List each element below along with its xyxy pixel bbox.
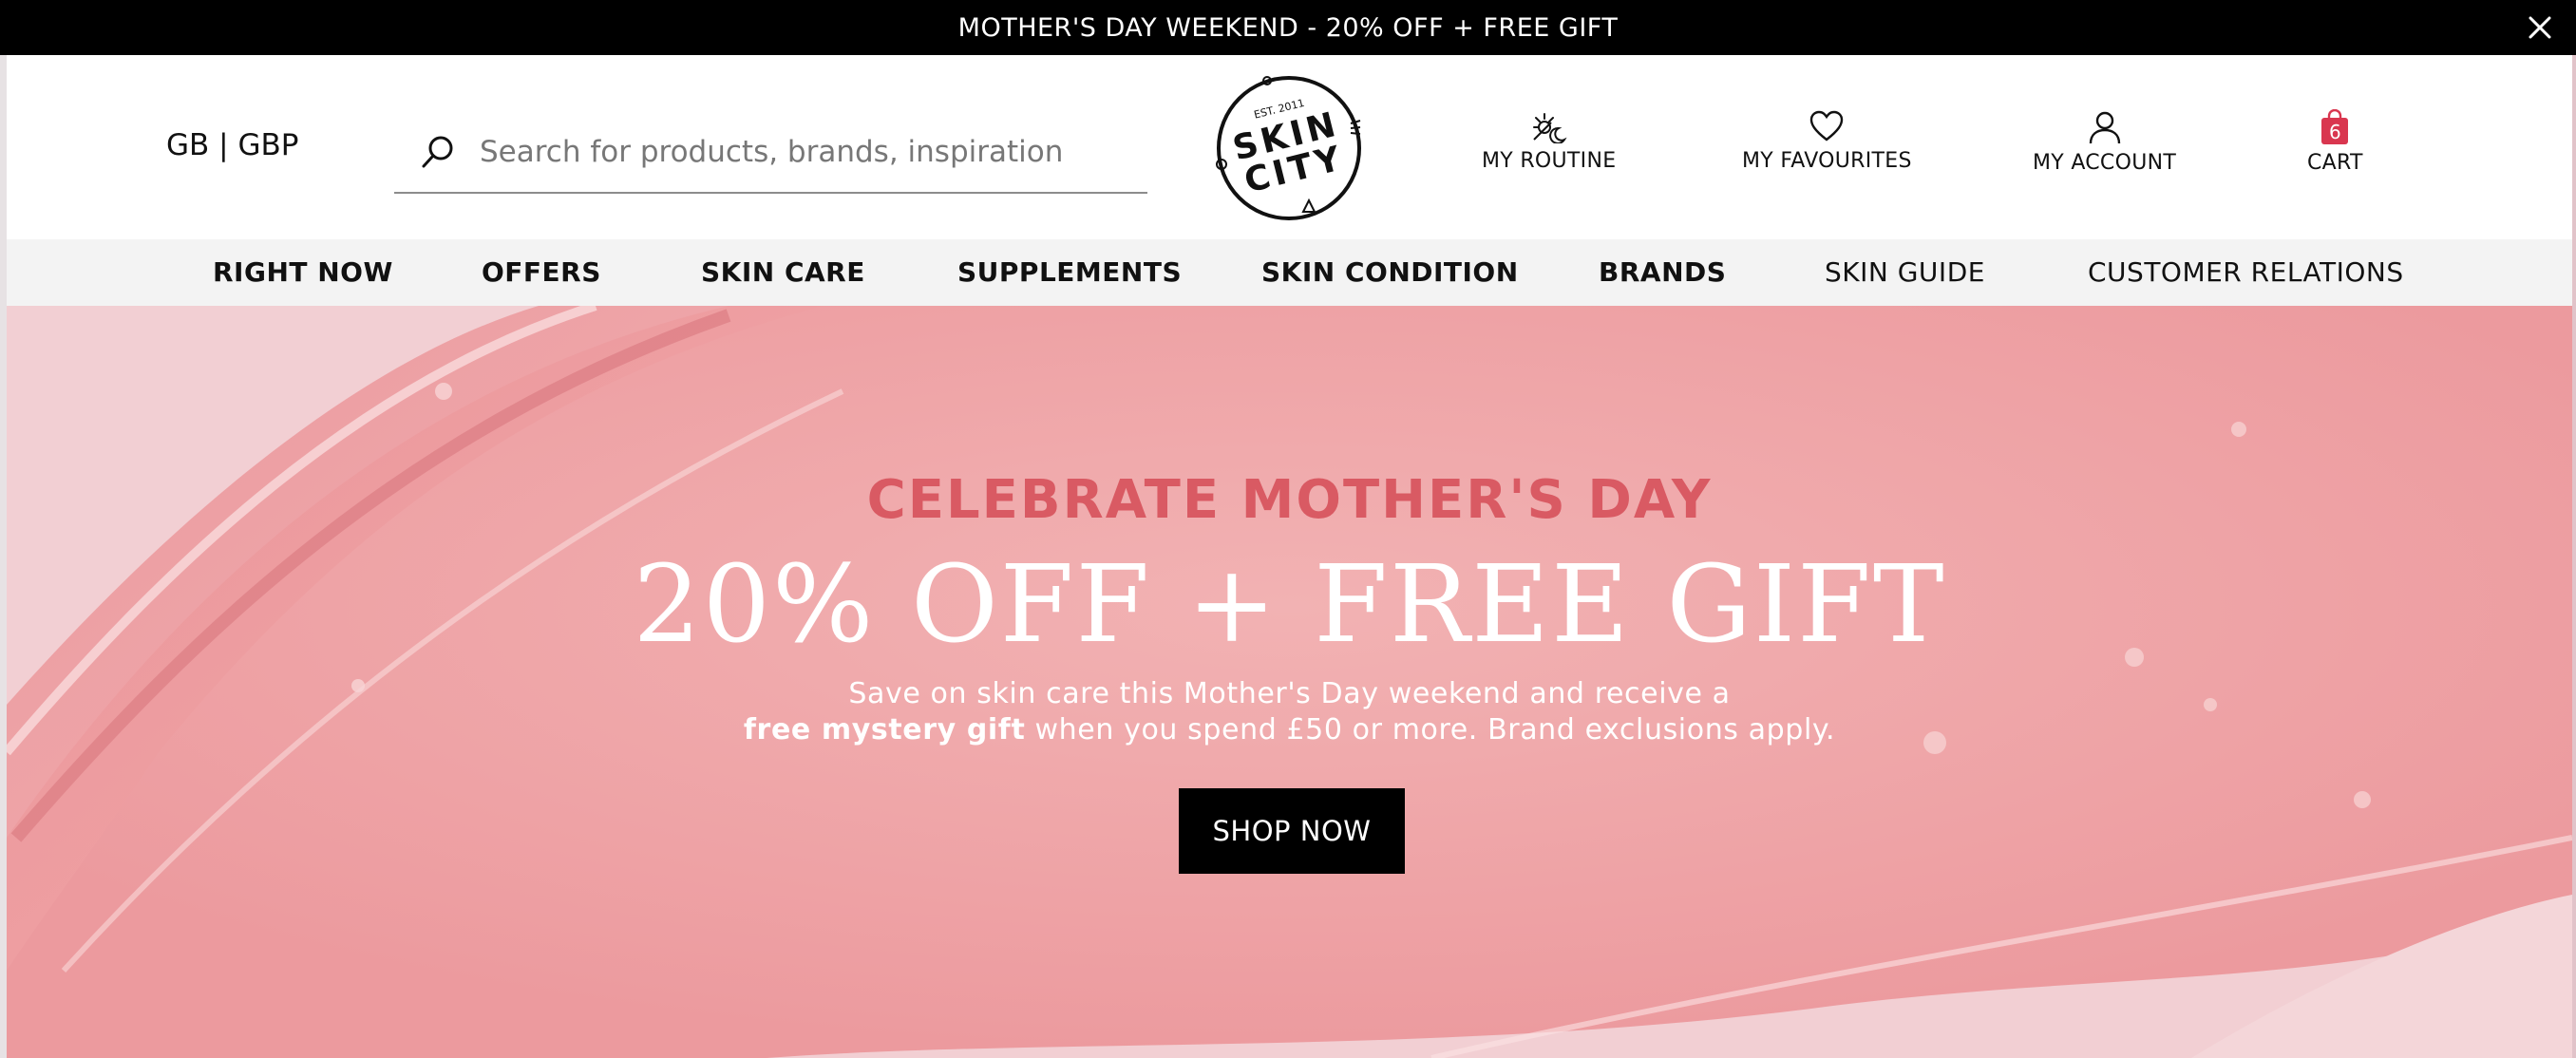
heart-icon xyxy=(1810,110,1844,142)
search-bar[interactable] xyxy=(394,112,1147,194)
hero-content: CELEBRATE MOTHER'S DAY 20% OFF + FREE GI… xyxy=(7,306,2572,1058)
hero-subtext-line1: Save on skin care this Mother's Day week… xyxy=(848,677,1731,710)
cart-label: CART xyxy=(2307,151,2363,175)
user-icon xyxy=(2089,111,2120,144)
my-account-link[interactable]: MY ACCOUNT xyxy=(2033,109,2176,175)
skin-city-logo[interactable]: EST. 2011 SKIN CITY xyxy=(1212,71,1366,225)
cart-count-badge: 6 xyxy=(2329,121,2341,143)
my-routine-link[interactable]: MY ROUTINE xyxy=(1482,109,1616,173)
hero-headline: 20% OFF + FREE GIFT xyxy=(633,543,1946,667)
my-routine-label: MY ROUTINE xyxy=(1482,149,1617,173)
nav-item-skin-care[interactable]: SKIN CARE xyxy=(701,239,865,306)
cart-link[interactable]: 6 CART xyxy=(2307,109,2363,175)
close-icon[interactable] xyxy=(2525,12,2555,43)
hero-subtext: Save on skin care this Mother's Day week… xyxy=(7,676,2572,748)
announcement-text: MOTHER'S DAY WEEKEND - 20% OFF + FREE GI… xyxy=(957,12,1619,43)
window-edge-right xyxy=(2572,55,2576,1058)
main-navigation: RIGHT NOW OFFERS SKIN CARE SUPPLEMENTS S… xyxy=(7,239,2572,306)
hero-subtext-line2: free mystery gift when you spend £50 or … xyxy=(7,712,2572,748)
sun-moon-icon xyxy=(1532,113,1567,143)
nav-item-brands[interactable]: BRANDS xyxy=(1599,239,1726,306)
window-edge-left xyxy=(0,55,7,1058)
hero-eyebrow: CELEBRATE MOTHER'S DAY xyxy=(866,469,1713,531)
announcement-bar: MOTHER'S DAY WEEKEND - 20% OFF + FREE GI… xyxy=(0,0,2576,55)
nav-item-supplements[interactable]: SUPPLEMENTS xyxy=(957,239,1182,306)
nav-item-offers[interactable]: OFFERS xyxy=(482,239,601,306)
my-account-label: MY ACCOUNT xyxy=(2033,151,2177,175)
shop-now-button[interactable]: SHOP NOW xyxy=(1179,788,1405,874)
shopping-bag-icon: 6 xyxy=(2320,109,2350,145)
nav-item-customer-relations[interactable]: CUSTOMER RELATIONS xyxy=(2088,239,2404,306)
nav-item-skin-condition[interactable]: SKIN CONDITION xyxy=(1261,239,1519,306)
hero-subtext-bold: free mystery gift xyxy=(743,713,1026,746)
my-favourites-label: MY FAVOURITES xyxy=(1742,149,1912,173)
locale-currency-selector[interactable]: GB | GBP xyxy=(166,128,298,162)
hero-banner: CELEBRATE MOTHER'S DAY 20% OFF + FREE GI… xyxy=(7,306,2572,1058)
search-input[interactable] xyxy=(480,135,1126,169)
search-icon[interactable] xyxy=(417,131,459,173)
my-favourites-link[interactable]: MY FAVOURITES xyxy=(1742,109,1912,173)
nav-item-right-now[interactable]: RIGHT NOW xyxy=(213,239,393,306)
nav-item-skin-guide[interactable]: SKIN GUIDE xyxy=(1825,239,1985,306)
hero-subtext-rest: when you spend £50 or more. Brand exclus… xyxy=(1025,713,1836,746)
